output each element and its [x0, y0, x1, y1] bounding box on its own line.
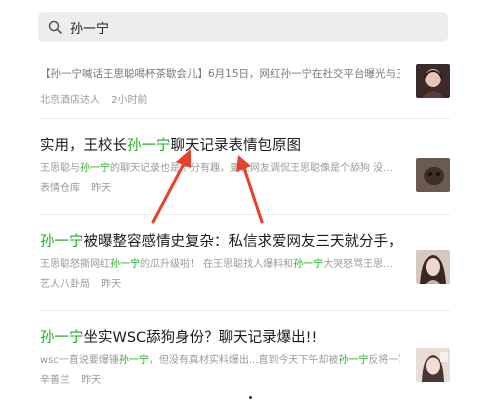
- snippet-highlight: 孙一宁: [293, 259, 324, 270]
- snippet-highlight: 孙一宁: [118, 355, 149, 366]
- result-title: 【孙一宁喊话王思聪喝杯茶歇会儿】6月15日，网红孙一宁在社交平台曝光与王...: [40, 68, 400, 80]
- search-input[interactable]: 孙一宁: [70, 18, 109, 37]
- page-indicator-dot: [249, 396, 252, 399]
- title-highlight: 孙一宁: [40, 330, 84, 346]
- result-source: 表情仓库: [40, 183, 80, 194]
- divider: [40, 118, 450, 119]
- result-meta: 艺人八卦局 昨天: [40, 278, 450, 292]
- result-source: 艺人八卦局: [40, 279, 90, 290]
- snippet-text: 王思聪与: [40, 163, 80, 174]
- divider: [40, 310, 450, 311]
- title-highlight: 孙一宁: [40, 234, 84, 250]
- snippet-text: 反将一军。: [368, 355, 400, 366]
- result-meta: 北京酒店达人 2小时前: [40, 94, 450, 108]
- result-snippet: 王思聪与孙一宁的聊天记录也是十分有趣，更让网友调侃王思聪像是个舔狗 没...: [40, 162, 400, 176]
- result-snippet: wsc一直说要爆锤孙一宁，但没有真材实料爆出...直到今天下午却被孙一宁反将一军…: [40, 354, 400, 368]
- result-title: 实用，王校长孙一宁聊天记录表情包原图: [40, 136, 400, 156]
- result-source: 北京酒店达人: [40, 95, 100, 106]
- title-highlight: 孙一宁: [127, 138, 171, 154]
- result-item[interactable]: 【孙一宁喊话王思聪喝杯茶歇会儿】6月15日，网红孙一宁在社交平台曝光与王... …: [40, 64, 450, 108]
- snippet-text: 王思聪怒撕网红: [40, 259, 110, 270]
- snippet-text: 大哭怒骂王思...: [323, 259, 393, 270]
- result-item[interactable]: 实用，王校长孙一宁聊天记录表情包原图 王思聪与孙一宁的聊天记录也是十分有趣，更让…: [40, 136, 450, 196]
- result-time: 昨天: [91, 183, 112, 194]
- snippet-text: 的瓜升级啦！ 在王思聪找人爆料和: [140, 259, 294, 270]
- snippet-text: wsc一直说要爆锤: [40, 355, 119, 366]
- title-text: 被曝整容感情史复杂：私信求爱网友三天就分手，...: [83, 234, 401, 250]
- snippet-highlight: 孙一宁: [338, 355, 369, 366]
- result-title: 孙一宁被曝整容感情史复杂：私信求爱网友三天就分手，...: [40, 232, 400, 252]
- title-text: 坐实WSC舔狗身份？聊天记录爆出!!: [83, 330, 318, 346]
- result-thumbnail[interactable]: [416, 348, 450, 382]
- result-item[interactable]: 孙一宁坐实WSC舔狗身份？聊天记录爆出!! wsc一直说要爆锤孙一宁，但没有真材…: [40, 328, 450, 388]
- result-meta: 表情仓库 昨天: [40, 182, 450, 196]
- result-snippet: 王思聪怒撕网红孙一宁的瓜升级啦！ 在王思聪找人爆料和孙一宁大哭怒骂王思...: [40, 258, 400, 272]
- result-thumbnail[interactable]: [416, 250, 450, 284]
- snippet-text: 的聊天记录也是十分有趣，更让网友调侃王思聪像是个舔狗 没...: [110, 163, 393, 174]
- result-item[interactable]: 孙一宁被曝整容感情史复杂：私信求爱网友三天就分手，... 王思聪怒撕网红孙一宁的…: [40, 232, 450, 292]
- snippet-highlight: 孙一宁: [80, 163, 110, 174]
- result-title: 孙一宁坐实WSC舔狗身份？聊天记录爆出!!: [40, 328, 400, 348]
- result-thumbnail[interactable]: [416, 64, 450, 98]
- result-meta: 辛善兰 昨天: [40, 374, 450, 388]
- result-time: 2小时前: [111, 95, 148, 106]
- title-text: 聊天记录表情包原图: [170, 138, 302, 154]
- divider: [40, 214, 450, 215]
- result-thumbnail[interactable]: [416, 158, 450, 192]
- search-icon: [48, 20, 62, 34]
- snippet-highlight: 孙一宁: [110, 259, 140, 270]
- result-time: 昨天: [81, 375, 102, 386]
- title-text: 实用，王校长: [40, 138, 127, 154]
- snippet-text: ，但没有真材实料爆出...直到今天下午却被: [148, 355, 339, 366]
- result-time: 昨天: [101, 279, 122, 290]
- search-bar[interactable]: 孙一宁: [38, 12, 448, 42]
- result-source: 辛善兰: [40, 375, 70, 386]
